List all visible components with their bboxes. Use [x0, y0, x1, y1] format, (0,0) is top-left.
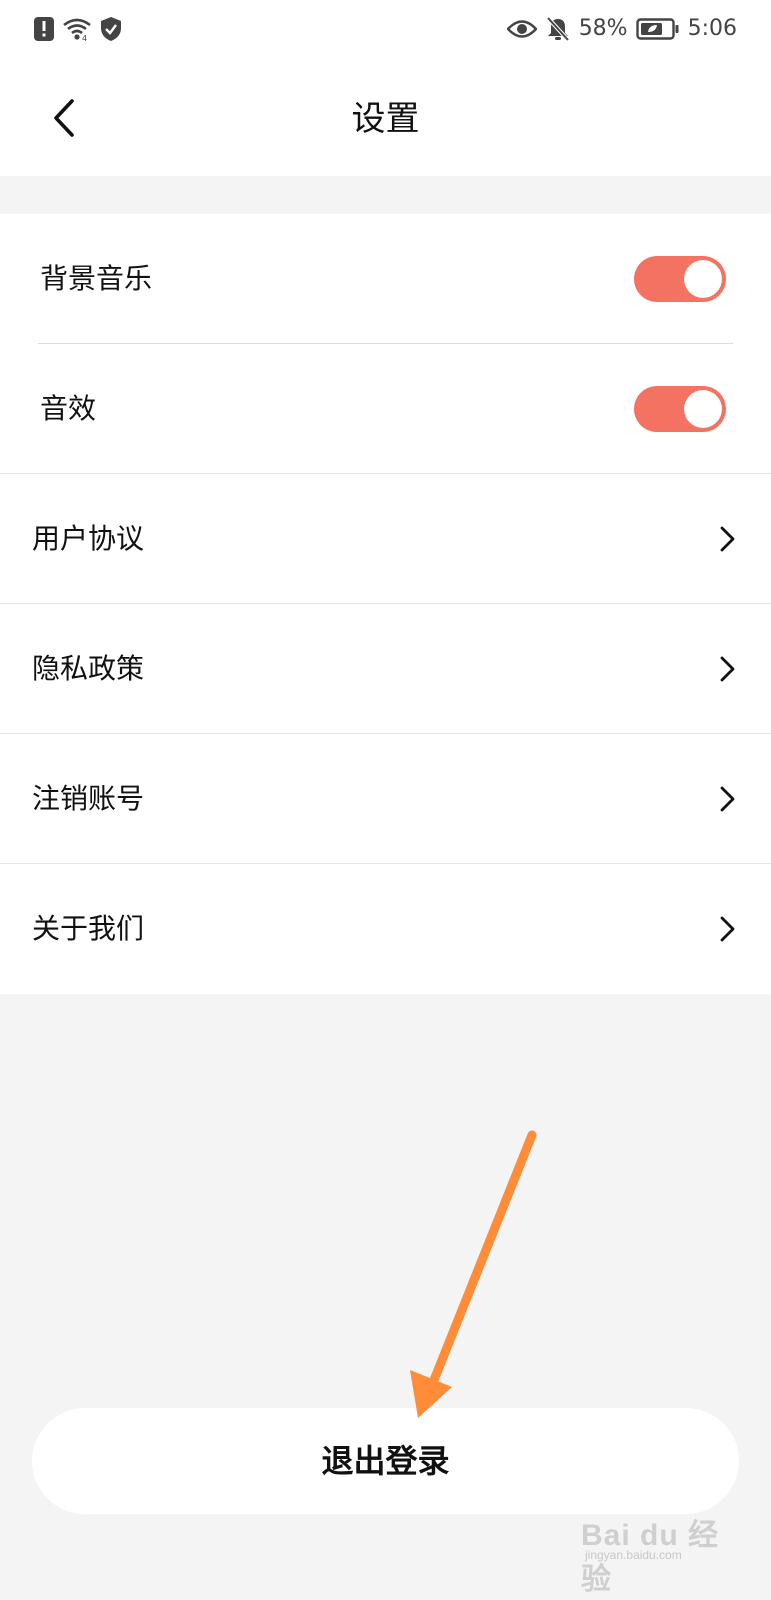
sound-effects-toggle[interactable]: [634, 386, 726, 432]
status-bar: 4 58% 5:06: [0, 0, 771, 60]
setting-label-user-agreement: 用户协议: [32, 522, 145, 555]
settings-list: 背景音乐 音效 用户协议 隐私政策 注销账号 关于我们: [0, 214, 771, 994]
status-bar-left: 4: [34, 14, 122, 44]
svg-text:4: 4: [82, 34, 87, 42]
bell-off-icon: [546, 16, 570, 42]
status-time: 5:06: [687, 16, 737, 41]
watermark-subtext: jingyan.baidu.com: [585, 1548, 682, 1562]
watermark-text: Bai du 经验: [581, 1519, 720, 1596]
battery-icon: [635, 18, 679, 40]
setting-label-about-us: 关于我们: [32, 912, 145, 945]
setting-label-background-music: 背景音乐: [40, 262, 153, 295]
setting-label-sound-effects: 音效: [40, 392, 97, 425]
wifi-icon: 4: [63, 18, 91, 42]
shield-icon: [101, 17, 121, 41]
chevron-right-icon: [720, 526, 735, 552]
header: 设置: [0, 60, 771, 176]
chevron-right-icon: [720, 916, 735, 942]
setting-row-privacy-policy[interactable]: 隐私政策: [0, 604, 771, 734]
setting-row-delete-account[interactable]: 注销账号: [0, 734, 771, 864]
battery-percent: 58%: [578, 16, 628, 41]
logout-button[interactable]: 退出登录: [32, 1408, 739, 1514]
eye-icon: [506, 20, 537, 38]
chevron-right-icon: [720, 656, 735, 682]
setting-label-delete-account: 注销账号: [32, 782, 145, 815]
setting-row-about-us[interactable]: 关于我们: [0, 864, 771, 994]
chevron-right-icon: [720, 786, 735, 812]
setting-row-sound-effects: 音效: [0, 344, 771, 474]
alert-icon: [34, 17, 54, 41]
toggle-knob: [684, 260, 722, 298]
background-music-toggle[interactable]: [634, 256, 726, 302]
toggle-knob: [684, 390, 722, 428]
setting-row-user-agreement[interactable]: 用户协议: [0, 474, 771, 604]
page-title: 设置: [351, 99, 420, 139]
status-bar-right: 58% 5:06: [506, 14, 737, 44]
setting-label-privacy-policy: 隐私政策: [32, 652, 145, 685]
setting-row-background-music: 背景音乐: [0, 214, 771, 344]
baidu-jingyan-watermark: Bai du 经验 jingyan.baidu.com: [581, 1510, 731, 1596]
